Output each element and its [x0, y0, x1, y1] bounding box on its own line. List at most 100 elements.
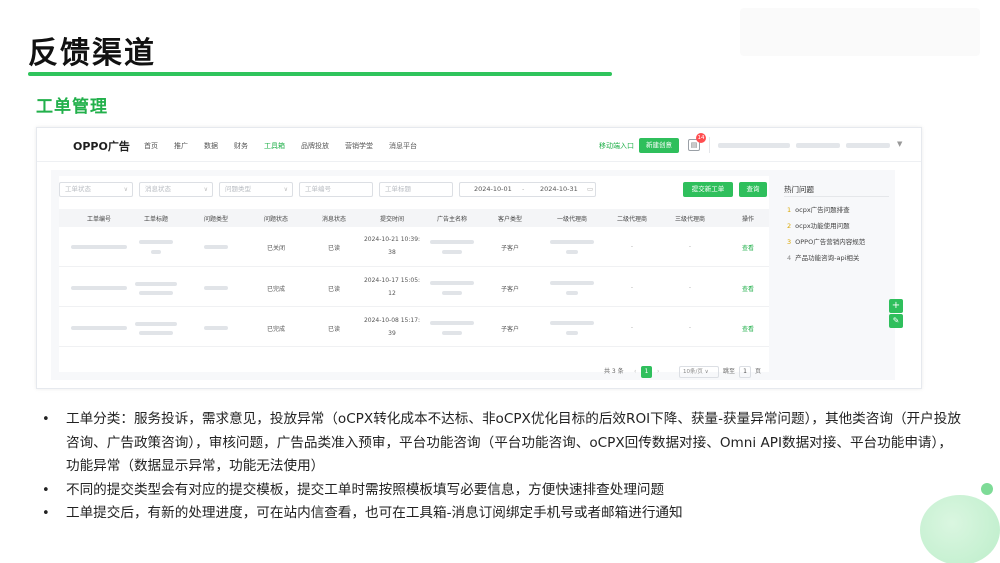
agent-l3: -: [688, 243, 692, 250]
bullet-text: 工单分类：服务投诉，需求意见，投放异常（oCPX转化成本不达标、非oCPX优化目…: [66, 411, 961, 474]
message-status-select[interactable]: 消息状态 ∨: [139, 182, 213, 197]
question-status: 已完成: [266, 286, 286, 293]
main-content: 工单状态 ∨ 消息状态 ∨ 问题类型 ∨ 工单编号 工单标题 2024-10-01 -…: [51, 170, 895, 380]
redacted-advertiser: [430, 321, 474, 325]
nav-item-data[interactable]: 数据: [204, 141, 218, 151]
next-page-icon[interactable]: ›: [657, 366, 659, 378]
col-question-type: 问题类型: [203, 216, 229, 223]
date-end: 2024-10-31: [540, 185, 578, 193]
status-select[interactable]: 工单状态 ∨: [59, 182, 133, 197]
question-type-select[interactable]: 问题类型 ∨: [219, 182, 293, 197]
page-size-value: 10条/页: [683, 369, 703, 375]
col-ticket-title: 工单标题: [143, 216, 169, 223]
plus-icon[interactable]: +: [889, 299, 903, 313]
hot-question-number: 3: [787, 238, 792, 246]
agent-l3: -: [688, 324, 692, 331]
agent-l3: -: [688, 284, 692, 291]
redacted-ticket-no: [71, 286, 127, 290]
view-link[interactable]: 查看: [742, 243, 754, 252]
redacted-agent: [550, 321, 594, 325]
col-agent-l3: 三级代理商: [674, 216, 706, 223]
ticket-title-input[interactable]: 工单标题: [379, 182, 453, 197]
redacted-title: [151, 250, 161, 254]
redacted-agent: [566, 250, 578, 254]
ticket-number-input[interactable]: 工单编号: [299, 182, 373, 197]
page-title: 反馈渠道: [28, 36, 156, 71]
redacted-advertiser: [442, 291, 462, 295]
redacted-advertiser: [430, 281, 474, 285]
ticket-title-placeholder: 工单标题: [385, 185, 411, 193]
bullet-item: • 工单分类：服务投诉，需求意见，投放异常（oCPX转化成本不达标、非oCPX优化…: [42, 408, 962, 479]
col-ticket-no: 工单编号: [86, 216, 112, 223]
chevron-down-icon[interactable]: ▼: [897, 140, 902, 148]
page-size-select[interactable]: 10条/页 ∨: [679, 366, 719, 378]
submit-time: 2024-10-17 15:05:: [363, 277, 421, 284]
hot-question-item[interactable]: 2 ocpx功能使用问题: [787, 220, 850, 230]
table-header: 工单编号 工单标题 问题类型 问题状态 消息状态 提交时间 广告主名称 客户类型…: [59, 209, 769, 227]
create-ad-button[interactable]: 新建创意: [639, 138, 679, 153]
view-link[interactable]: 查看: [742, 284, 754, 293]
message-status: 已读: [327, 245, 341, 252]
chevron-down-icon: ∨: [203, 186, 208, 193]
question-status: 已完成: [266, 326, 286, 333]
brand-logo: OPPO广告: [73, 140, 130, 153]
customer-type: 子客户: [500, 286, 520, 293]
ticket-number-placeholder: 工单编号: [305, 185, 331, 193]
submit-time-cont: 39: [388, 330, 396, 337]
account-name-redacted: [846, 143, 890, 148]
section-title: 工单管理: [36, 97, 108, 117]
nav-divider: [709, 137, 710, 153]
nav-item-messages[interactable]: 消息平台: [389, 141, 417, 151]
hot-question-number: 4: [787, 254, 792, 262]
date-range-picker[interactable]: 2024-10-01 - 2024-10-31 ▭: [459, 182, 596, 197]
nav-item-toolbox[interactable]: 工具箱: [264, 141, 285, 151]
calendar-icon: ▭: [587, 185, 594, 193]
col-advertiser: 广告主名称: [436, 216, 468, 223]
hot-question-item[interactable]: 1 ocpx广告问题排查: [787, 204, 850, 214]
hot-questions-divider: [784, 196, 889, 197]
col-question-status: 问题状态: [263, 216, 289, 223]
table-row: 已完成 已读 2024-10-17 15:05: 12 子客户 - - 查看: [59, 267, 769, 307]
agent-l2: -: [630, 324, 634, 331]
col-agent-l1: 一级代理商: [556, 216, 588, 223]
goto-page-input[interactable]: 1: [739, 366, 751, 378]
bullet-dot: •: [42, 482, 50, 498]
chevron-down-icon: ∨: [123, 186, 128, 193]
edit-icon[interactable]: ✎: [889, 314, 903, 328]
hot-question-text: 产品功能咨询-api相关: [795, 254, 860, 262]
agent-l2: -: [630, 284, 634, 291]
redacted-ticket-no: [71, 245, 127, 249]
submit-ticket-button[interactable]: 提交新工单: [683, 182, 733, 197]
hot-question-item[interactable]: 3 OPPO广告营销内容规范: [787, 236, 865, 246]
nav-item-finance[interactable]: 财务: [234, 141, 248, 151]
bullet-item: • 不同的提交类型会有对应的提交模板，提交工单时需按照模板填写必要信息，方便快速排…: [42, 479, 962, 503]
embedded-screenshot: OPPO广告 首页 推广 数据 财务 工具箱 品牌投放 营销学堂 消息平台 移动…: [36, 127, 922, 389]
bullet-list: • 工单分类：服务投诉，需求意见，投放异常（oCPX转化成本不达标、非oCPX优化…: [42, 408, 962, 526]
goto-label: 跳至: [723, 368, 736, 375]
redacted-agent: [550, 240, 594, 244]
nav-item-promote[interactable]: 推广: [174, 141, 188, 151]
customer-type: 子客户: [500, 326, 520, 333]
nav-item-brand[interactable]: 品牌投放: [301, 141, 329, 151]
view-link[interactable]: 查看: [742, 324, 754, 333]
hot-question-text: ocpx广告问题排查: [795, 206, 850, 214]
nav-item-home[interactable]: 首页: [144, 141, 158, 151]
agent-l2: -: [630, 243, 634, 250]
message-status: 已读: [327, 326, 341, 333]
page-unit-label: 页: [755, 368, 762, 375]
question-status: 已关闭: [266, 245, 286, 252]
mobile-entry-link[interactable]: 移动端入口: [599, 141, 634, 151]
bullet-dot: •: [42, 412, 50, 427]
redacted-advertiser: [442, 331, 462, 335]
hot-question-text: OPPO广告营销内容规范: [795, 238, 866, 246]
nav-item-academy[interactable]: 营销学堂: [345, 141, 373, 151]
redacted-title: [139, 331, 173, 335]
prev-page-icon[interactable]: ‹: [634, 366, 636, 378]
hot-question-item[interactable]: 4 产品功能咨询-api相关: [787, 252, 859, 262]
decorative-circle: [920, 495, 1000, 563]
col-submit-time: 提交时间: [379, 216, 405, 223]
page-number-active[interactable]: 1: [641, 366, 652, 378]
message-status: 已读: [327, 286, 341, 293]
col-agent-l2: 二级代理商: [616, 216, 648, 223]
query-button[interactable]: 查询: [739, 182, 767, 197]
